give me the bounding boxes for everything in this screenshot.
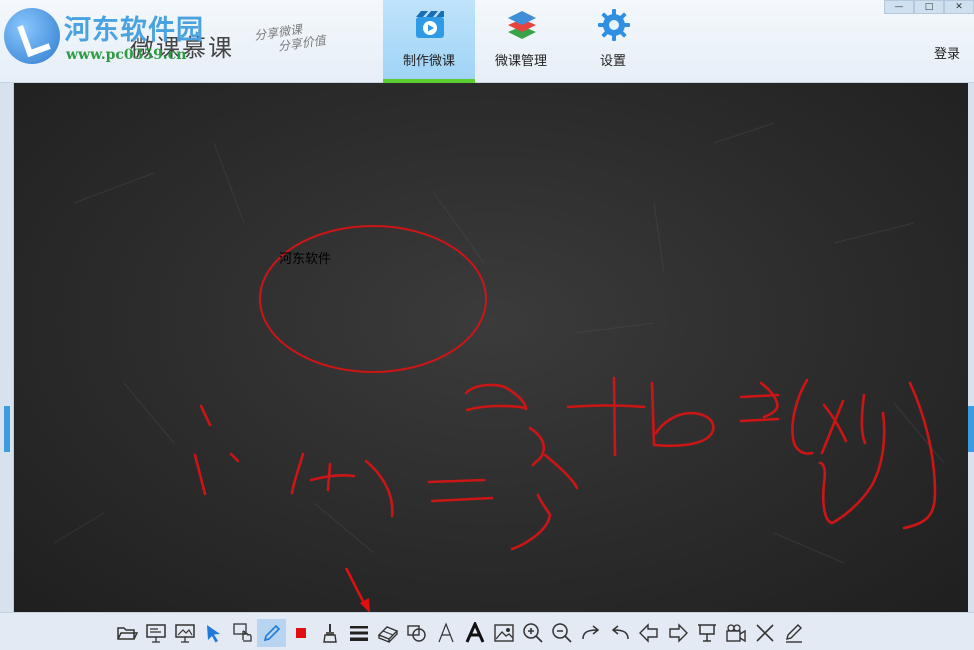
login-button[interactable]: 登录 <box>934 43 960 62</box>
color-button[interactable] <box>286 619 315 647</box>
gear-icon <box>598 9 630 41</box>
ink-stroke <box>860 393 867 445</box>
insert-image-button[interactable] <box>489 619 518 647</box>
pen-icon <box>263 624 280 642</box>
ink-stroke <box>902 381 937 530</box>
select-arrow-icon <box>206 625 220 643</box>
clear-button[interactable] <box>750 619 779 647</box>
maximize-button[interactable]: □ <box>914 0 944 14</box>
text-thin-button[interactable] <box>431 619 460 647</box>
board-text-label: 河东软件 <box>279 252 332 267</box>
brush-icon <box>322 624 337 643</box>
text-bold-icon <box>465 622 484 643</box>
ink-drawings <box>193 225 937 551</box>
eraser-button[interactable] <box>373 619 402 647</box>
right-panel-toggle[interactable] <box>968 406 974 452</box>
undo-button[interactable] <box>605 619 634 647</box>
color-swatch-icon <box>295 628 306 638</box>
layers-icon <box>508 11 536 39</box>
projector-button[interactable] <box>692 619 721 647</box>
undo-icon <box>611 625 629 640</box>
ink-stroke <box>818 411 886 525</box>
brush-button[interactable] <box>315 619 344 647</box>
window-controls: — □ ✕ <box>884 0 974 14</box>
ink-stroke <box>427 478 486 484</box>
touch-select-button[interactable] <box>228 619 257 647</box>
ink-stroke <box>309 473 356 482</box>
left-rail <box>0 83 14 612</box>
ink-stroke <box>510 493 552 551</box>
line-width-button[interactable] <box>344 619 373 647</box>
ink-stroke <box>364 459 394 518</box>
ink-stroke <box>528 426 546 467</box>
ink-stroke <box>430 496 494 503</box>
shape-icon <box>406 625 426 642</box>
open-folder-button[interactable] <box>112 619 141 647</box>
select-button[interactable] <box>199 619 228 647</box>
eraser-icon <box>377 626 398 644</box>
ink-stroke <box>229 452 240 463</box>
ink-stroke <box>739 417 780 423</box>
text-thin-icon <box>437 622 454 643</box>
previous-icon <box>638 623 658 643</box>
previous-button[interactable] <box>634 619 663 647</box>
watermark-url: www.pc0359.cn <box>66 47 187 63</box>
ink-stroke <box>290 452 305 495</box>
tab-make-course[interactable]: 制作微课 <box>383 0 475 83</box>
presentation-icon <box>145 624 166 643</box>
ink-stroke <box>566 404 646 409</box>
close-button[interactable]: ✕ <box>944 0 974 14</box>
clear-icon <box>755 624 774 642</box>
shape-button[interactable] <box>402 619 431 647</box>
tab-course-manage[interactable]: 微课管理 <box>475 0 567 83</box>
insert-image-icon <box>493 624 514 642</box>
zoom-in-button[interactable] <box>518 619 547 647</box>
video-icon <box>416 11 444 38</box>
image-board-button[interactable] <box>170 619 199 647</box>
touch-select-icon <box>232 623 252 642</box>
annotation-arrow <box>344 567 370 613</box>
pen-button[interactable] <box>257 619 286 647</box>
ink-stroke <box>612 376 617 457</box>
ink-stroke <box>759 381 779 419</box>
ink-stroke <box>543 453 579 490</box>
tab-label: 制作微课 <box>402 54 455 69</box>
presentation-button[interactable] <box>141 619 170 647</box>
left-panel-toggle[interactable] <box>4 406 10 452</box>
next-icon <box>668 623 688 643</box>
app-header: 微课慕课 河东软件园 www.pc0359.cn 分享微课 分享价值 制作微课 … <box>0 0 974 83</box>
tab-settings[interactable]: 设置 <box>567 0 659 83</box>
line-width-icon <box>349 626 368 641</box>
next-button[interactable] <box>663 619 692 647</box>
minimize-button[interactable]: — <box>884 0 914 14</box>
projector-icon <box>697 624 716 642</box>
edit-icon <box>785 624 802 643</box>
redo-icon <box>581 625 599 640</box>
app-logo <box>4 8 60 64</box>
redo-button[interactable] <box>576 619 605 647</box>
ink-stroke <box>326 462 332 492</box>
tab-label: 设置 <box>599 54 626 69</box>
drawing-toolbar <box>0 612 974 650</box>
slogan: 分享微课 分享价值 <box>253 19 326 56</box>
tool-group <box>112 619 808 647</box>
camera-icon <box>725 624 746 643</box>
edit-button[interactable] <box>779 619 808 647</box>
ink-stroke <box>193 453 207 496</box>
ink-stroke <box>650 381 715 448</box>
chalkboard-canvas[interactable]: 河东软件 <box>14 83 968 612</box>
right-rail <box>968 83 974 612</box>
ink-stroke <box>791 378 814 455</box>
ink-stroke <box>199 404 212 427</box>
image-board-icon <box>174 624 195 643</box>
zoom-out-icon <box>551 623 572 643</box>
watermark-title: 河东软件园 <box>64 15 204 46</box>
zoom-in-icon <box>522 623 543 643</box>
text-bold-button[interactable] <box>460 619 489 647</box>
camera-button[interactable] <box>721 619 750 647</box>
ink-stroke <box>465 404 528 412</box>
zoom-out-button[interactable] <box>547 619 576 647</box>
open-folder-icon <box>116 627 138 640</box>
tab-label: 微课管理 <box>494 54 547 69</box>
